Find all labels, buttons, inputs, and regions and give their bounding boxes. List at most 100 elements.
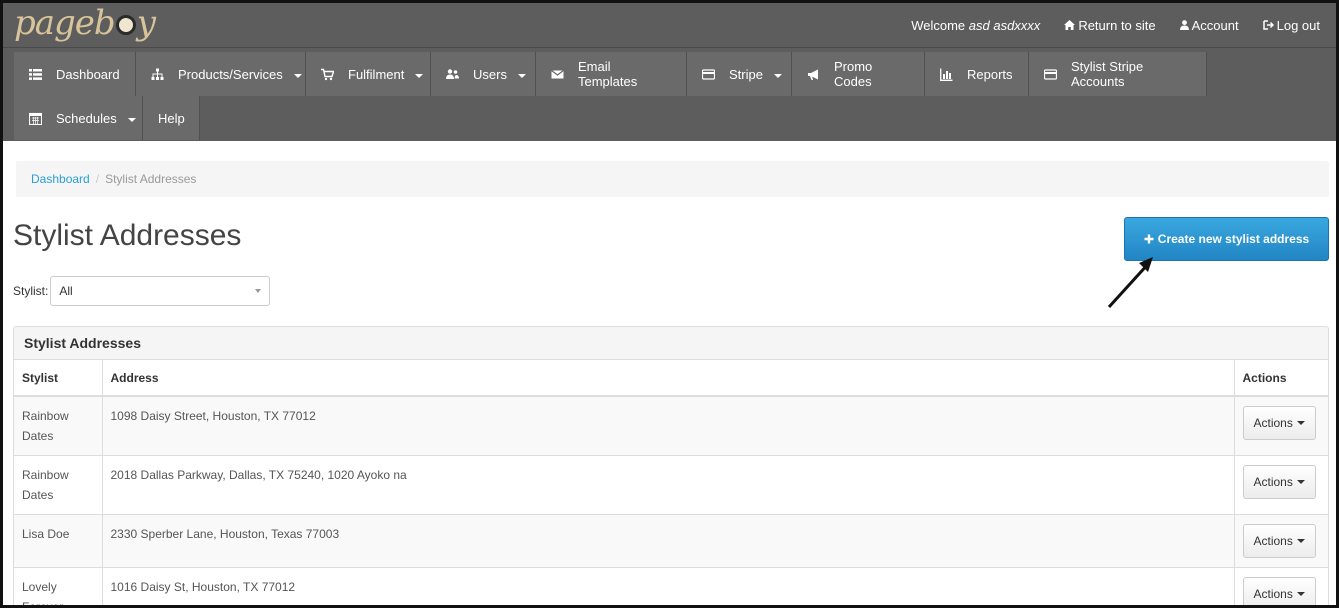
actions-label: Actions xyxy=(1253,475,1293,489)
address-cell: 1098 Daisy Street, Houston, TX 77012 xyxy=(102,395,1235,456)
actions-cell: Actions xyxy=(1234,567,1328,605)
panel-heading: Stylist Addresses xyxy=(14,327,1328,360)
nav-item-dashboard[interactable]: Dashboard xyxy=(14,52,136,96)
credit-card-icon xyxy=(702,68,715,81)
logo-text: y xyxy=(136,3,156,43)
stylist-cell: Rainbow Dates xyxy=(14,455,103,515)
nav-item-label: Promo Codes xyxy=(834,59,873,89)
breadcrumb: Dashboard / Stylist Addresses xyxy=(16,161,1329,197)
list-icon xyxy=(29,68,42,81)
stylist-cell: Lovely Forever xyxy=(14,567,103,605)
sitemap-icon xyxy=(151,68,164,81)
nav-row: Dashboard Products/Services Fulfilment U… xyxy=(14,52,1207,96)
actions-dropdown-button[interactable]: Actions xyxy=(1242,465,1316,499)
page-title: Stylist Addresses xyxy=(13,219,242,252)
address-cell: 2330 Sperber Lane, Houston, Texas 77003 xyxy=(102,514,1235,568)
logout-icon xyxy=(1262,20,1274,30)
nav-item-email-templates[interactable]: Email Templates xyxy=(536,52,687,96)
nav-item-label: Schedules xyxy=(56,110,117,126)
welcome-prefix: Welcome xyxy=(911,17,966,33)
nav-row: Schedules Help xyxy=(14,96,200,140)
actions-label: Actions xyxy=(1253,534,1293,548)
address-cell: 1016 Daisy St, Houston, TX 77012 xyxy=(102,567,1235,605)
bullhorn-icon xyxy=(807,68,820,81)
nav-item-label: Help xyxy=(158,110,185,126)
nav-item-label: Email Templates xyxy=(578,59,638,89)
brand-logo[interactable]: pageb y xyxy=(14,3,156,47)
nav-item-stripe[interactable]: Stripe xyxy=(687,52,792,96)
stylist-cell: Lisa Doe xyxy=(14,514,103,568)
nav-item-promo-codes[interactable]: Promo Codes xyxy=(792,52,925,96)
table-header-row: Stylist Address Actions xyxy=(14,360,1328,397)
nav-item-schedules[interactable]: Schedules xyxy=(14,96,143,140)
nav-item-label: Products/Services xyxy=(178,66,283,82)
stylist-filter-select[interactable]: All xyxy=(50,276,271,306)
stylist-addresses-panel: Stylist Addresses Stylist Address Action… xyxy=(13,326,1329,605)
chevron-down-icon xyxy=(1296,539,1305,543)
chevron-down-icon xyxy=(1296,480,1305,484)
breadcrumb-current: Stylist Addresses xyxy=(105,172,197,186)
breadcrumb-separator: / xyxy=(95,172,100,186)
chevron-down-icon xyxy=(1296,421,1305,425)
nav-item-label: Dashboard xyxy=(56,66,120,82)
app-frame: pageb y Welcome asd asdxxxx Return to sit… xyxy=(0,0,1339,608)
user-name: asd asdxxxx xyxy=(968,17,1041,33)
nav-item-fulfilment[interactable]: Fulfilment xyxy=(306,52,431,96)
users-icon xyxy=(446,68,459,81)
top-bar: pageb y Welcome asd asdxxxx Return to sit… xyxy=(3,3,1336,47)
create-button-label: Create new stylist address xyxy=(1157,232,1310,246)
chevron-down-icon xyxy=(127,118,136,122)
actions-dropdown-button[interactable]: Actions xyxy=(1242,577,1316,605)
nav-item-label: Stripe xyxy=(729,66,763,82)
envelope-icon xyxy=(551,68,564,81)
user-icon xyxy=(1179,20,1189,30)
actions-dropdown-button[interactable]: Actions xyxy=(1242,524,1316,558)
actions-dropdown-button[interactable]: Actions xyxy=(1242,406,1316,440)
actions-cell: Actions xyxy=(1234,455,1328,515)
actions-cell: Actions xyxy=(1234,514,1328,568)
calendar-icon xyxy=(29,112,42,125)
nav-item-label: Reports xyxy=(967,66,1013,82)
actions-cell: Actions xyxy=(1234,395,1328,456)
actions-label: Actions xyxy=(1253,416,1293,430)
column-header-stylist: Stylist xyxy=(14,360,103,397)
logo-text: b xyxy=(93,3,116,43)
stylist-cell: Rainbow Dates xyxy=(14,395,103,456)
logo-text: page xyxy=(14,3,95,43)
table-row: Rainbow Dates 2018 Dallas Parkway, Dalla… xyxy=(14,455,1328,515)
chevron-down-icon xyxy=(1296,592,1305,596)
logout-label: Log out xyxy=(1276,17,1320,33)
nav-item-stylist-stripe-accounts[interactable]: Stylist Stripe Accounts xyxy=(1029,52,1207,96)
nav-item-label: Fulfilment xyxy=(348,66,405,82)
welcome-text: Welcome asd asdxxxx xyxy=(911,18,1040,33)
account-link[interactable]: Account xyxy=(1179,17,1239,33)
table-row: Lisa Doe 2330 Sperber Lane, Houston, Tex… xyxy=(14,514,1328,568)
chevron-down-icon xyxy=(293,74,302,78)
logout-link[interactable]: Log out xyxy=(1262,17,1320,33)
bar-chart-icon xyxy=(940,68,953,81)
return-to-site-label: Return to site xyxy=(1078,17,1156,33)
account-label: Account xyxy=(1191,17,1239,33)
nav-item-products-services[interactable]: Products/Services xyxy=(136,52,306,96)
nav-item-users[interactable]: Users xyxy=(431,52,536,96)
nav-item-label: Stylist Stripe Accounts xyxy=(1071,59,1144,89)
table-row: Rainbow Dates 1098 Daisy Street, Houston… xyxy=(14,395,1328,456)
stylist-addresses-table: Stylist Address Actions Rainbow Dates 10… xyxy=(14,360,1328,605)
chevron-down-icon xyxy=(415,74,424,78)
chevron-down-icon xyxy=(255,289,262,293)
main-nav: Dashboard Products/Services Fulfilment U… xyxy=(3,47,1336,141)
top-links: Welcome asd asdxxxx Return to site Accou… xyxy=(911,3,1320,47)
address-cell: 2018 Dallas Parkway, Dallas, TX 75240, 1… xyxy=(102,455,1235,515)
credit-card-icon xyxy=(1044,68,1057,81)
breadcrumb-dashboard-link[interactable]: Dashboard xyxy=(31,172,90,186)
table-row: Lovely Forever 1016 Daisy St, Houston, T… xyxy=(14,567,1328,605)
return-to-site-link[interactable]: Return to site xyxy=(1064,17,1156,33)
nav-item-help[interactable]: Help xyxy=(143,96,200,140)
chevron-down-icon xyxy=(517,74,526,78)
annotation-arrow-icon xyxy=(1107,257,1153,309)
column-header-address: Address xyxy=(102,360,1235,397)
logo-mark-icon xyxy=(115,15,136,35)
stylist-filter-label: Stylist: xyxy=(13,284,49,298)
nav-item-reports[interactable]: Reports xyxy=(925,52,1029,96)
cart-icon xyxy=(321,68,334,81)
